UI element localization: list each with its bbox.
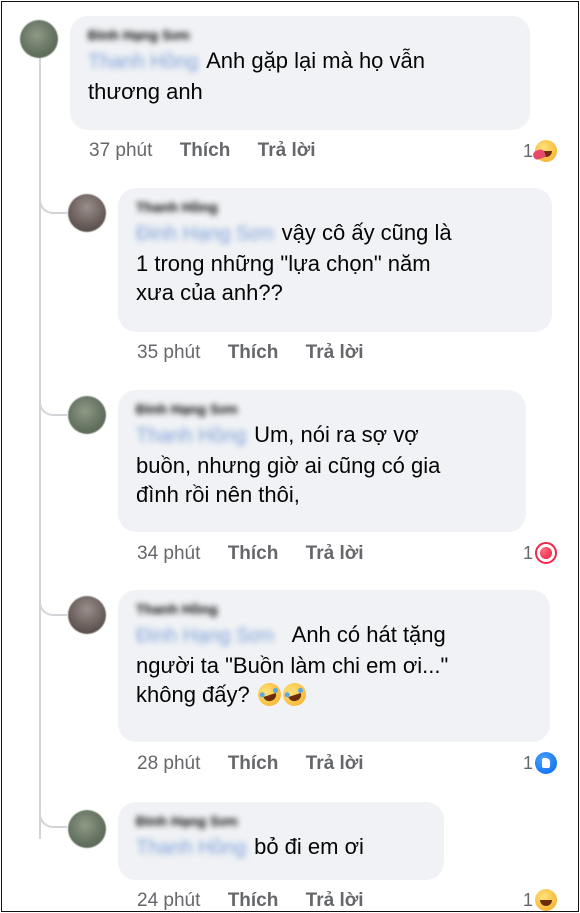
reaction-summary[interactable]: 1	[523, 140, 558, 162]
like-button[interactable]: Thích	[180, 140, 231, 161]
comment-line: không đấy?	[136, 682, 250, 707]
comment-time[interactable]: 24 phút	[137, 890, 200, 911]
thread-branch	[39, 392, 67, 416]
avatar[interactable]	[68, 810, 106, 848]
comment-text: Thanh Hồng Anh gặp lại mà họ vẫn thương a…	[88, 46, 516, 106]
like-icon	[535, 752, 558, 774]
comment-line: đình rồi nên thôi,	[136, 482, 300, 507]
avatar[interactable]	[20, 20, 58, 58]
comment-author[interactable]: Thanh Hồng	[136, 198, 538, 216]
comment-line: Um, nói ra sợ vợ	[254, 422, 419, 447]
comment-bubble: Đinh Hạng Sơn Thanh Hồng Um, nói ra sợ vợ…	[118, 390, 526, 532]
comment-line: thương anh	[88, 79, 203, 104]
comment-bubble: Thanh Hồng Đinh Hạng Sơn Anh có hát tặng …	[118, 590, 550, 742]
rolling-laughing-emoji-icon	[279, 680, 309, 709]
like-button[interactable]: Thích	[228, 890, 279, 911]
thread-connector	[39, 54, 41, 839]
comment-author[interactable]: Đinh Hạng Sơn	[136, 812, 430, 830]
thread-branch	[39, 592, 67, 616]
haha-icon	[535, 889, 558, 911]
reaction-summary[interactable]: 1	[523, 542, 558, 564]
comment-line: vậy cô ấy cũng là	[281, 220, 452, 245]
like-button[interactable]: Thích	[228, 753, 279, 774]
avatar[interactable]	[68, 596, 106, 634]
comment-line: Anh có hát tặng	[291, 622, 446, 647]
comment-line: xưa của anh??	[136, 280, 283, 305]
comment-line: 1 trong những "lựa chọn" năm	[136, 251, 431, 276]
comment-text: Đinh Hạng Sơn vậy cô ấy cũng là 1 trong n…	[136, 218, 538, 307]
like-button[interactable]: Thích	[228, 543, 279, 564]
like-button[interactable]: Thích	[228, 342, 279, 363]
reply-button[interactable]: Trả lời	[306, 753, 364, 774]
reply-button[interactable]: Trả lời	[306, 342, 364, 363]
comment-time[interactable]: 34 phút	[137, 543, 200, 564]
comment-time[interactable]: 35 phút	[137, 342, 200, 363]
reaction-summary[interactable]: 1	[523, 752, 558, 774]
mention-link[interactable]: Đinh Hạng Sơn	[136, 622, 274, 651]
reaction-count: 1	[523, 752, 534, 773]
comment-bubble: Thanh Hồng Đinh Hạng Sơn vậy cô ấy cũng l…	[118, 188, 552, 332]
thread-branch	[39, 190, 67, 214]
thread-branch	[39, 804, 67, 828]
mention-link[interactable]: Thanh Hồng	[136, 834, 246, 863]
rolling-laughing-emoji-icon	[254, 680, 284, 709]
comment-actions: 35 phút Thích Trả lời	[137, 342, 386, 364]
avatar[interactable]	[68, 194, 106, 232]
comment-text: Đinh Hạng Sơn Anh có hát tặng người ta "B…	[136, 620, 536, 709]
comment-actions: 28 phút Thích Trả lời	[137, 753, 386, 775]
mention-link[interactable]: Thanh Hồng	[88, 48, 198, 77]
reply-button[interactable]: Trả lời	[258, 140, 316, 161]
comment-line: người ta "Buồn làm chi em ơi..."	[136, 653, 449, 678]
comment-time[interactable]: 28 phút	[137, 753, 200, 774]
comment-line: buồn, nhưng giờ ai cũng có gia	[136, 453, 441, 478]
care-icon	[535, 140, 558, 162]
reaction-count: 1	[523, 542, 534, 563]
comment-author[interactable]: Đinh Hạng Sơn	[136, 400, 512, 418]
comment-time[interactable]: 37 phút	[89, 140, 152, 161]
love-icon	[535, 542, 558, 564]
comment-line: Anh gặp lại mà họ vẫn	[206, 48, 426, 73]
comment-thread: Đinh Hạng Sơn Thanh Hồng Anh gặp lại mà h…	[1, 1, 579, 912]
comment-author[interactable]: Thanh Hồng	[136, 600, 536, 618]
reply-button[interactable]: Trả lời	[306, 543, 364, 564]
comment-text: Thanh Hồng Um, nói ra sợ vợ buồn, nhưng g…	[136, 420, 512, 509]
comment-author[interactable]: Đinh Hạng Sơn	[88, 26, 516, 44]
mention-link[interactable]: Đinh Hạng Sơn	[136, 220, 274, 249]
reply-button[interactable]: Trả lời	[306, 890, 364, 911]
comment-bubble: Đinh Hạng Sơn Thanh Hồng bỏ đi em ơi	[118, 802, 444, 880]
comment-line: bỏ đi em ơi	[254, 834, 364, 859]
comment-text: Thanh Hồng bỏ đi em ơi	[136, 832, 430, 863]
comment-actions: 24 phút Thích Trả lời	[137, 890, 386, 911]
avatar[interactable]	[68, 396, 106, 434]
reaction-count: 1	[523, 140, 534, 161]
comment-actions: 37 phút Thích Trả lời	[89, 140, 338, 162]
comment-actions: 34 phút Thích Trả lời	[137, 543, 386, 565]
mention-link[interactable]: Thanh Hồng	[136, 422, 246, 451]
reaction-count: 1	[523, 889, 534, 910]
comment-bubble: Đinh Hạng Sơn Thanh Hồng Anh gặp lại mà h…	[70, 16, 530, 130]
reaction-summary[interactable]: 1	[523, 889, 558, 911]
